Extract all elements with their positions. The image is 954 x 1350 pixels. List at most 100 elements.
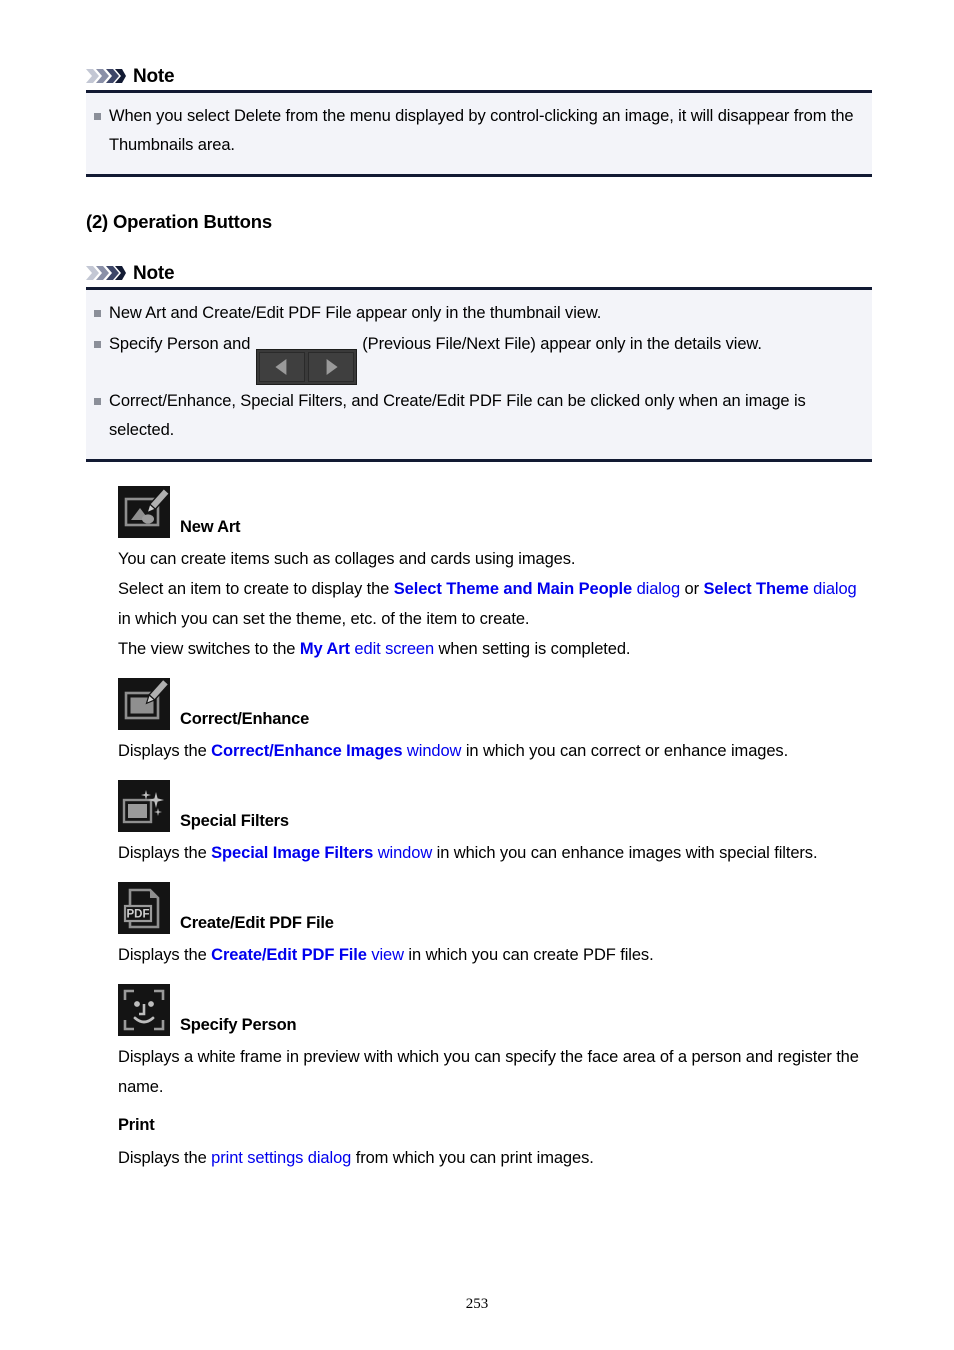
link-text[interactable]: view xyxy=(367,946,404,964)
button-description: Displays a white frame in preview with w… xyxy=(118,1042,872,1102)
button-description: Displays the Correct/Enhance Images wind… xyxy=(118,736,872,766)
note-header: Note xyxy=(86,66,954,86)
document-page: Note When you select Delete from the men… xyxy=(0,0,954,1350)
body-text: Select an item to create to display the xyxy=(118,580,394,598)
body-text: when setting is completed. xyxy=(434,640,631,658)
body-text: from which you can print images. xyxy=(351,1149,594,1167)
list-item: Specify Person and (Previous File/Next F… xyxy=(86,330,872,385)
bullet-square-icon xyxy=(94,341,101,348)
body-text: in which you can correct or enhance imag… xyxy=(461,742,789,760)
bullet-square-icon xyxy=(94,113,101,120)
body-text: or xyxy=(680,580,704,598)
note-item-text: Specify Person and (Previous File/Next F… xyxy=(109,330,762,385)
note-item-text: Correct/Enhance, Special Filters, and Cr… xyxy=(109,387,858,445)
emphasis-text: Specify Person xyxy=(109,335,219,353)
button-entry-print: Print Displays the print settings dialog… xyxy=(118,1116,872,1173)
operation-buttons-list: New Art You can create items such as col… xyxy=(118,486,872,1173)
body-text: , xyxy=(231,392,241,410)
arrow-right-icon xyxy=(326,359,338,375)
body-text: Displays the xyxy=(118,844,212,862)
list-item: Correct/Enhance, Special Filters, and Cr… xyxy=(86,387,872,445)
note-section-2: Note New Art and Create/Edit PDF File ap… xyxy=(0,263,954,462)
body-text: , and xyxy=(342,392,384,410)
link-text[interactable]: window xyxy=(373,844,433,862)
create-edit-pdf-icon: PDF xyxy=(118,882,170,934)
note-item-text: When you select Delete from the menu dis… xyxy=(109,102,858,160)
button-entry-header: Specify Person xyxy=(118,984,872,1036)
correct-enhance-icon xyxy=(118,678,170,730)
button-description: You can create items such as collages an… xyxy=(118,544,872,664)
button-entry-header: PDF Create/Edit PDF File xyxy=(118,882,872,934)
note-title: Note xyxy=(133,65,175,87)
button-label: Create/Edit PDF File xyxy=(180,913,334,932)
button-label: Special Filters xyxy=(180,811,289,830)
body-text: and xyxy=(218,335,255,353)
body-text: You can create items such as collages an… xyxy=(118,550,576,568)
link-text[interactable]: Correct/Enhance Images xyxy=(211,742,402,760)
special-filters-icon xyxy=(118,780,170,832)
list-item: When you select Delete from the menu dis… xyxy=(86,102,872,160)
body-text: in which you can create PDF files. xyxy=(403,946,654,964)
link-text[interactable]: dialog xyxy=(632,580,681,598)
button-entry-special-filters: Special Filters Displays the Special Ima… xyxy=(118,780,872,868)
button-label: Print xyxy=(118,1116,155,1134)
link-text[interactable]: Select Theme and Main People xyxy=(394,580,632,598)
link-text[interactable]: My Art xyxy=(300,640,350,658)
body-text: appear only in the thumbnail view. xyxy=(351,304,602,322)
button-label: Correct/Enhance xyxy=(180,709,310,728)
note-header: Note xyxy=(86,263,954,283)
page-title: (2) Operation Buttons xyxy=(86,211,272,232)
button-description: Displays the Special Image Filters windo… xyxy=(118,838,872,868)
page-number: 253 xyxy=(465,1296,489,1312)
link-text[interactable]: Special Image Filters xyxy=(211,844,373,862)
link-text[interactable]: Create/Edit PDF File xyxy=(211,946,367,964)
body-text: Displays the xyxy=(118,946,212,964)
button-label: New Art xyxy=(180,517,241,536)
emphasis-text: New Art xyxy=(109,304,167,322)
link-text[interactable]: window xyxy=(402,742,462,760)
button-entry-header: New Art xyxy=(118,486,872,538)
previous-file-button[interactable] xyxy=(258,352,305,382)
svg-text:PDF: PDF xyxy=(127,909,150,921)
button-entry-create-edit-pdf: PDF Create/Edit PDF File Displays the Cr… xyxy=(118,882,872,970)
next-file-button[interactable] xyxy=(307,352,354,382)
button-description: Displays the print settings dialog from … xyxy=(118,1143,872,1173)
body-text: When you select xyxy=(109,107,234,125)
list-item: New Art and Create/Edit PDF File appear … xyxy=(86,299,872,328)
arrow-left-icon xyxy=(275,359,287,375)
link-text[interactable]: edit screen xyxy=(350,640,434,658)
emphasis-text: Create/Edit PDF File xyxy=(202,304,352,322)
body-text: in which you can enhance images with spe… xyxy=(432,844,818,862)
button-description: Displays the Create/Edit PDF File view i… xyxy=(118,940,872,970)
note-box: When you select Delete from the menu dis… xyxy=(86,90,872,177)
button-entry-correct-enhance: Correct/Enhance Displays the Correct/Enh… xyxy=(118,678,872,766)
emphasis-text: Special Filters xyxy=(240,392,343,410)
body-text: The view switches to the xyxy=(118,640,300,658)
body-text: Displays the xyxy=(118,742,212,760)
note-section-1: Note When you select Delete from the men… xyxy=(0,0,954,177)
new-art-icon xyxy=(118,486,170,538)
button-entry-header: Special Filters xyxy=(118,780,872,832)
note-title: Note xyxy=(133,262,175,284)
emphasis-text: Correct/Enhance xyxy=(109,392,232,410)
body-text: Displays a white frame in preview with w… xyxy=(118,1048,859,1096)
link-text[interactable]: Select Theme xyxy=(704,580,809,598)
body-text: and xyxy=(166,304,203,322)
chevrons-right-icon xyxy=(86,66,126,86)
bullet-square-icon xyxy=(94,310,101,317)
emphasis-text: Delete xyxy=(233,107,282,125)
body-text: (Previous File/Next File) appear only in… xyxy=(357,335,762,353)
button-entry-specify-person: Specify Person Displays a white frame in… xyxy=(118,984,872,1102)
button-entry-header: Correct/Enhance xyxy=(118,678,872,730)
emphasis-text: Create/Edit PDF File xyxy=(383,392,533,410)
specify-person-icon xyxy=(118,984,170,1036)
button-entry-new-art: New Art You can create items such as col… xyxy=(118,486,872,664)
chevrons-right-icon xyxy=(86,263,126,283)
button-label: Specify Person xyxy=(180,1015,297,1034)
note-box: New Art and Create/Edit PDF File appear … xyxy=(86,287,872,462)
link-text[interactable]: dialog xyxy=(809,580,857,598)
body-text: in which you can set the theme, etc. of … xyxy=(118,610,530,628)
file-navigation-buttons[interactable] xyxy=(255,349,357,385)
bullet-square-icon xyxy=(94,398,101,405)
link-text[interactable]: print settings dialog xyxy=(211,1149,351,1167)
